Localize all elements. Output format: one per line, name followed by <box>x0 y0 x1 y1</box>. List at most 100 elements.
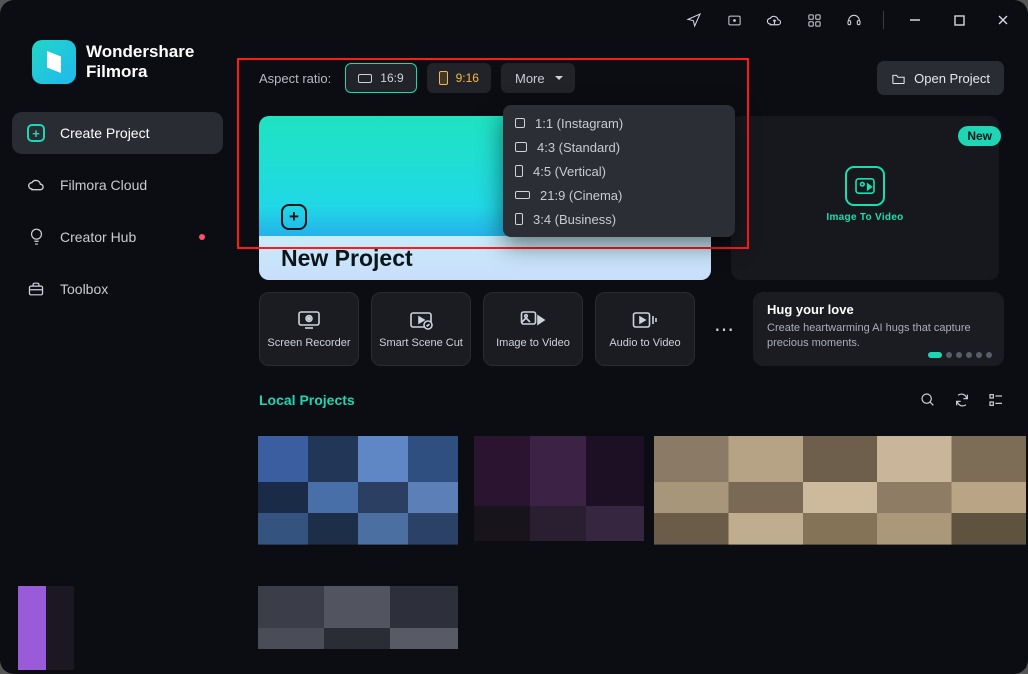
option-label: 4:5 (Vertical) <box>533 164 606 179</box>
brand-line1: Wondershare <box>86 42 194 62</box>
local-projects-header: Local Projects <box>259 392 1004 408</box>
pager-dot[interactable] <box>928 352 942 358</box>
portrait-rect-icon <box>515 213 523 225</box>
promo-icon-caption: Image To Video <box>731 212 999 223</box>
option-label: 4:3 (Standard) <box>537 140 620 155</box>
titlebar-divider <box>883 11 884 29</box>
aspect-16-9-button[interactable]: 16:9 <box>345 63 416 93</box>
open-project-button[interactable]: Open Project <box>877 61 1004 95</box>
aspect-option-3-4[interactable]: 3:4 (Business) <box>503 207 735 231</box>
tool-label: Image to Video <box>496 337 570 349</box>
nav-label: Create Project <box>60 125 149 141</box>
aspect-ratio-dropdown: 1:1 (Instagram) 4:3 (Standard) 4:5 (Vert… <box>503 105 735 237</box>
promo-panel[interactable]: Hug your love Create heartwarming AI hug… <box>753 292 1004 366</box>
refresh-icon[interactable] <box>954 392 970 408</box>
plus-icon: + <box>281 204 307 230</box>
cloud-icon <box>26 178 46 192</box>
tool-label: Screen Recorder <box>267 337 350 349</box>
brand-logo <box>32 40 76 84</box>
nav-filmora-cloud[interactable]: Filmora Cloud <box>12 164 223 206</box>
wide-rect-icon <box>515 191 530 199</box>
more-label: More <box>515 71 545 86</box>
brand-text: Wondershare Filmora <box>86 42 194 81</box>
portrait-rect-icon <box>439 71 448 85</box>
image-to-video-icon <box>845 166 885 206</box>
view-list-icon[interactable] <box>988 392 1004 408</box>
aspect-9-16-button[interactable]: 9:16 <box>427 63 491 93</box>
minimize-button[interactable] <box>896 5 934 35</box>
plus-box-icon: + <box>26 124 46 142</box>
local-projects-actions <box>920 392 1004 408</box>
screen-recorder-icon <box>296 309 322 331</box>
promo-pager <box>928 352 992 358</box>
pager-dot[interactable] <box>986 352 992 358</box>
brand: Wondershare Filmora <box>12 18 223 112</box>
cloud-upload-icon[interactable] <box>757 5 791 35</box>
send-feedback-icon[interactable] <box>677 5 711 35</box>
pager-dot[interactable] <box>966 352 972 358</box>
scene-cut-icon <box>408 309 434 331</box>
notification-dot <box>199 234 205 240</box>
nav-label: Toolbox <box>60 281 108 297</box>
nav-toolbox[interactable]: Toolbox <box>12 268 223 310</box>
square-rect-icon <box>515 118 525 128</box>
new-project-title: New Project <box>281 245 413 272</box>
brand-line2: Filmora <box>86 62 194 82</box>
aspect-value: 9:16 <box>456 71 479 85</box>
tool-audio-to-video[interactable]: Audio to Video <box>595 292 695 366</box>
close-button[interactable] <box>984 5 1022 35</box>
image-to-video-icon <box>520 309 546 331</box>
aspect-option-21-9[interactable]: 21:9 (Cinema) <box>503 183 735 207</box>
project-thumb[interactable] <box>18 586 74 670</box>
project-thumb-empty <box>474 586 1026 670</box>
project-thumb[interactable] <box>258 586 458 670</box>
project-thumb[interactable] <box>474 436 644 576</box>
portrait-rect-icon <box>515 165 523 177</box>
toolbox-icon <box>26 281 46 297</box>
audio-to-video-icon <box>632 309 658 331</box>
tool-image-to-video[interactable]: Image to Video <box>483 292 583 366</box>
nav-creator-hub[interactable]: Creator Hub <box>12 216 223 258</box>
tools-more-button[interactable]: ⋯ <box>707 292 741 366</box>
aspect-option-1-1[interactable]: 1:1 (Instagram) <box>503 111 735 135</box>
tool-label: Smart Scene Cut <box>379 337 463 349</box>
tool-smart-scene-cut[interactable]: Smart Scene Cut <box>371 292 471 366</box>
nav-label: Filmora Cloud <box>60 177 147 193</box>
open-project-label: Open Project <box>914 71 990 86</box>
apps-grid-icon[interactable] <box>797 5 831 35</box>
tool-screen-recorder[interactable]: Screen Recorder <box>259 292 359 366</box>
option-label: 21:9 (Cinema) <box>540 188 622 203</box>
landscape-rect-icon <box>515 142 527 152</box>
promo-card[interactable]: New Image To Video <box>731 116 999 280</box>
message-icon[interactable] <box>717 5 751 35</box>
tools-row: Screen Recorder Smart Scene Cut Image to… <box>259 292 1004 366</box>
aspect-ratio-label: Aspect ratio: <box>259 71 331 86</box>
aspect-option-4-5[interactable]: 4:5 (Vertical) <box>503 159 735 183</box>
local-projects-title: Local Projects <box>259 392 355 408</box>
nav-label: Creator Hub <box>60 229 136 245</box>
aspect-value: 16:9 <box>380 71 403 85</box>
support-headset-icon[interactable] <box>837 5 871 35</box>
folder-icon <box>891 72 906 85</box>
app-window: Wondershare Filmora + Create Project Fil… <box>0 0 1028 674</box>
maximize-button[interactable] <box>940 5 978 35</box>
promo-title: Hug your love <box>767 302 990 317</box>
aspect-ratio-row: Aspect ratio: 16:9 9:16 More Open Projec… <box>259 60 1004 96</box>
pager-dot[interactable] <box>946 352 952 358</box>
bulb-icon <box>26 227 46 247</box>
project-thumb[interactable] <box>654 436 1026 576</box>
option-label: 1:1 (Instagram) <box>535 116 623 131</box>
landscape-rect-icon <box>358 74 372 83</box>
project-thumbnails <box>18 436 1028 674</box>
aspect-more-dropdown[interactable]: More <box>501 63 575 93</box>
promo-desc: Create heartwarming AI hugs that capture… <box>767 321 990 351</box>
new-badge: New <box>958 126 1001 146</box>
aspect-option-4-3[interactable]: 4:3 (Standard) <box>503 135 735 159</box>
pager-dot[interactable] <box>976 352 982 358</box>
search-icon[interactable] <box>920 392 936 408</box>
tool-label: Audio to Video <box>609 337 680 349</box>
option-label: 3:4 (Business) <box>533 212 616 227</box>
project-thumb[interactable] <box>258 436 458 576</box>
pager-dot[interactable] <box>956 352 962 358</box>
nav-create-project[interactable]: + Create Project <box>12 112 223 154</box>
